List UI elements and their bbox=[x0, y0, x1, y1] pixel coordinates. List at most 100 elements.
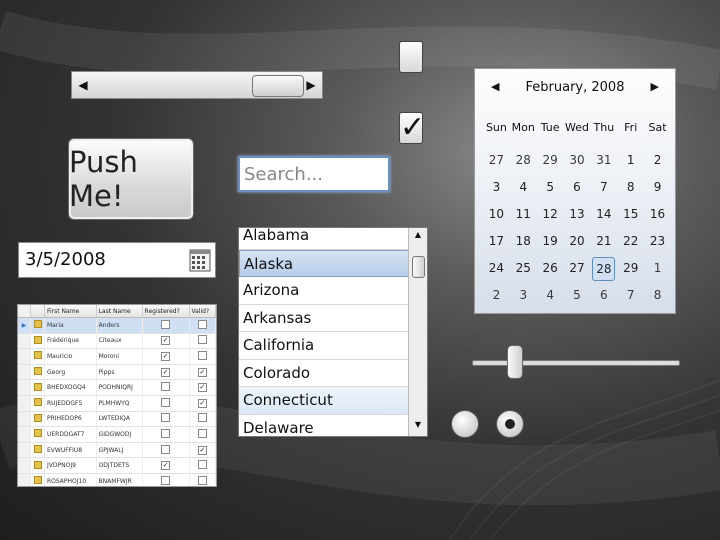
next-month-icon[interactable]: ▶ bbox=[651, 80, 659, 93]
cell-valid[interactable]: ✓ bbox=[189, 442, 216, 459]
cell-first-name[interactable]: ROSAPHOJ10 bbox=[44, 473, 97, 486]
table-row[interactable]: JVDPNOJ9 ODJTDETS ✓ bbox=[18, 457, 216, 474]
search-input[interactable] bbox=[240, 158, 388, 190]
cell-last-name[interactable]: PLMHWYQ bbox=[96, 395, 143, 412]
list-item-arizona[interactable]: Arizona bbox=[239, 277, 409, 305]
cell-first-name[interactable]: JVDPNOJ9 bbox=[44, 457, 97, 474]
row-header[interactable] bbox=[18, 411, 31, 428]
table-row[interactable]: Mauricio Moroni ✓ bbox=[18, 348, 216, 365]
cell-last-name[interactable]: PODHNIQRJ bbox=[96, 379, 143, 396]
date-picker-value[interactable]: 3/5/2008 bbox=[25, 249, 106, 270]
scroll-left-arrow-icon[interactable]: ◀ bbox=[72, 72, 94, 98]
calendar-day[interactable]: 2 bbox=[483, 284, 510, 311]
cell-registered[interactable] bbox=[142, 442, 190, 459]
calendar-day[interactable]: 12 bbox=[537, 203, 564, 230]
table-row[interactable]: BHEDXOGQ4 PODHNIQRJ ✓ bbox=[18, 379, 216, 396]
table-row[interactable]: PRIHEDOP6 LWTEDIQA bbox=[18, 411, 216, 428]
calendar-day[interactable]: 25 bbox=[510, 257, 537, 284]
calendar-day[interactable]: 7 bbox=[590, 176, 617, 203]
cell-registered[interactable] bbox=[142, 317, 190, 334]
listbox-vertical-scrollbar[interactable]: ▲ ▼ bbox=[408, 228, 427, 436]
calendar-day[interactable]: 4 bbox=[537, 284, 564, 311]
cell-registered[interactable]: ✓ bbox=[142, 364, 190, 381]
cell-first-name[interactable]: PRIHEDOP6 bbox=[44, 411, 97, 428]
cell-last-name[interactable]: GIDGWODJ bbox=[96, 426, 143, 443]
table-row[interactable]: Georg Pipps ✓ ✓ bbox=[18, 364, 216, 381]
cell-registered[interactable] bbox=[142, 395, 190, 412]
cell-registered[interactable] bbox=[142, 379, 190, 396]
checkbox-checked[interactable]: ✓ bbox=[197, 367, 207, 377]
cell-first-name[interactable]: Maria bbox=[44, 317, 97, 334]
checkbox-checked[interactable]: ✓ bbox=[161, 367, 171, 377]
calendar-day-selected[interactable]: 28 bbox=[592, 257, 616, 281]
checkbox-unchecked[interactable] bbox=[161, 428, 171, 438]
checkbox-unchecked[interactable] bbox=[161, 319, 171, 329]
checkbox-unchecked[interactable] bbox=[197, 460, 207, 470]
calendar-day[interactable]: 7 bbox=[617, 284, 644, 311]
checkbox-unchecked[interactable] bbox=[161, 382, 171, 392]
cell-last-name[interactable]: Pipps bbox=[96, 364, 143, 381]
list-item-delaware[interactable]: Delaware bbox=[239, 415, 409, 437]
list-item-california[interactable]: California bbox=[239, 332, 409, 360]
cell-first-name[interactable]: Georg bbox=[44, 364, 97, 381]
horizontal-slider[interactable] bbox=[472, 345, 680, 379]
calendar-day[interactable]: 14 bbox=[590, 203, 617, 230]
cell-first-name[interactable]: UERDDGAT7 bbox=[44, 426, 97, 443]
listbox-scrollbar-thumb[interactable] bbox=[412, 256, 425, 278]
calendar-day[interactable]: 5 bbox=[564, 284, 591, 311]
calendar-day[interactable]: 13 bbox=[564, 203, 591, 230]
calendar-day[interactable]: 30 bbox=[564, 149, 591, 176]
table-row[interactable]: ▶ Maria Anders bbox=[18, 317, 216, 334]
checkbox-unchecked[interactable] bbox=[161, 397, 171, 407]
checkbox-unchecked[interactable] bbox=[197, 428, 207, 438]
push-me-button[interactable]: Push Me! bbox=[68, 138, 194, 220]
calendar-day[interactable]: 4 bbox=[510, 176, 537, 203]
calendar-day[interactable]: 17 bbox=[483, 230, 510, 257]
row-header[interactable] bbox=[18, 348, 31, 365]
checkbox-unchecked[interactable] bbox=[399, 41, 423, 73]
calendar-day[interactable]: 8 bbox=[617, 176, 644, 203]
calendar-day[interactable]: 10 bbox=[483, 203, 510, 230]
table-row[interactable]: ROSAPHOJ10 BNAMFWJR bbox=[18, 473, 216, 486]
cell-first-name[interactable]: Frédérique bbox=[44, 333, 97, 350]
list-item-alaska[interactable]: Alaska bbox=[239, 249, 409, 277]
cell-last-name[interactable]: Anders bbox=[96, 317, 143, 334]
cell-last-name[interactable]: GPJWALJ bbox=[96, 442, 143, 459]
row-header[interactable] bbox=[18, 457, 31, 474]
cell-valid[interactable]: ✓ bbox=[189, 395, 216, 412]
calendar-day[interactable]: 31 bbox=[590, 149, 617, 176]
row-header[interactable] bbox=[18, 333, 31, 350]
table-row[interactable]: Frédérique Citeaux ✓ bbox=[18, 333, 216, 350]
calendar-day[interactable]: 3 bbox=[510, 284, 537, 311]
cell-valid[interactable] bbox=[189, 426, 216, 443]
list-item-arkansas[interactable]: Arkansas bbox=[239, 305, 409, 332]
checkbox-checked[interactable]: ✓ bbox=[161, 336, 171, 346]
cell-registered[interactable] bbox=[142, 426, 190, 443]
checkbox-unchecked[interactable] bbox=[161, 475, 171, 485]
calendar-day[interactable]: 29 bbox=[537, 149, 564, 176]
column-header-valid[interactable]: Valid? bbox=[189, 305, 216, 318]
list-item-colorado[interactable]: Colorado bbox=[239, 360, 409, 387]
checkbox-checked[interactable]: ✓ bbox=[197, 383, 207, 393]
list-item-connecticut[interactable]: Connecticut bbox=[239, 387, 409, 415]
cell-last-name[interactable]: LWTEDIQA bbox=[96, 411, 143, 428]
calendar-day[interactable]: 29 bbox=[617, 257, 644, 284]
cell-first-name[interactable]: RUJEDDGF5 bbox=[44, 395, 97, 412]
checkbox-unchecked[interactable] bbox=[197, 475, 207, 485]
cell-valid[interactable] bbox=[189, 411, 216, 428]
radio-button-unchecked[interactable] bbox=[451, 410, 479, 438]
calendar-month-title[interactable]: February, 2008 bbox=[475, 80, 675, 95]
calendar-day[interactable]: 28 bbox=[510, 149, 537, 176]
cell-last-name[interactable]: BNAMFWJR bbox=[96, 473, 143, 486]
row-header[interactable] bbox=[18, 426, 31, 443]
calendar-day[interactable]: 1 bbox=[644, 257, 671, 284]
checkbox-checked[interactable]: ✓ bbox=[161, 461, 171, 471]
calendar-day[interactable]: 22 bbox=[617, 230, 644, 257]
column-header-first-name[interactable]: First Name bbox=[44, 305, 97, 318]
checkbox-unchecked[interactable] bbox=[197, 335, 207, 345]
table-row[interactable]: UERDDGAT7 GIDGWODJ bbox=[18, 426, 216, 443]
checkbox-checked[interactable]: ✓ bbox=[197, 445, 207, 455]
cell-valid[interactable] bbox=[189, 457, 216, 474]
calendar-day[interactable]: 5 bbox=[537, 176, 564, 203]
calendar-day[interactable]: 11 bbox=[510, 203, 537, 230]
